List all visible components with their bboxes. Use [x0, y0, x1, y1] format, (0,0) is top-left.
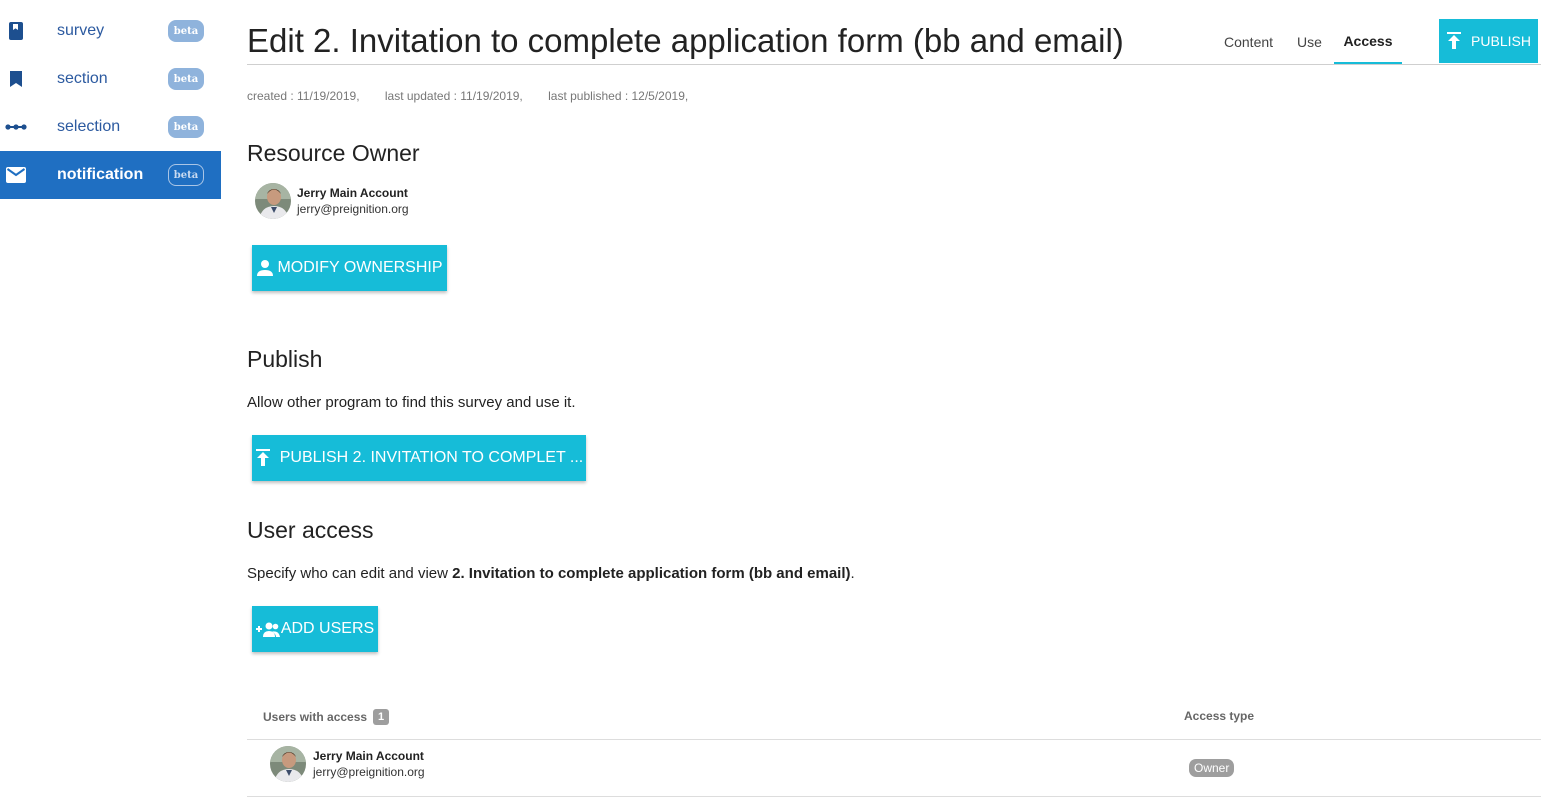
- owner-name: Jerry Main Account: [297, 186, 408, 200]
- description-prefix: Specify who can edit and view: [247, 565, 453, 582]
- resource-owner-heading: Resource Owner: [247, 140, 420, 166]
- publish-survey-label: PUBLISH 2. INVITATION TO COMPLET ...: [279, 449, 584, 466]
- meta-info: created : 11/19/2019, last updated : 11/…: [247, 89, 710, 103]
- owner-card: Jerry Main Account jerry@preignition.org: [255, 183, 409, 219]
- table-row[interactable]: Jerry Main Account jerry@preignition.org…: [247, 741, 1541, 797]
- user-name: Jerry Main Account: [313, 749, 424, 763]
- person-icon: [257, 260, 274, 276]
- access-type-badge: Owner: [1189, 759, 1235, 777]
- sidebar-item-label: section: [57, 70, 108, 87]
- add-group-icon: [255, 622, 280, 637]
- avatar: [270, 746, 306, 782]
- sidebar-item-label: selection: [57, 118, 121, 135]
- publish-icon: [1447, 32, 1462, 49]
- created-date: created : 11/19/2019,: [247, 89, 360, 103]
- sidebar-item-label: notification: [57, 166, 144, 183]
- sidebar-item-section[interactable]: section beta: [0, 55, 221, 103]
- beta-badge: beta: [168, 164, 204, 186]
- modify-ownership-label: MODIFY OWNERSHIP: [277, 259, 443, 276]
- sidebar-item-label: survey: [57, 22, 105, 39]
- dots-line-icon: [4, 117, 28, 137]
- tab-bar: Content Use Access: [1212, 20, 1402, 64]
- tab-use[interactable]: Use: [1285, 20, 1334, 64]
- user-cell: Jerry Main Account jerry@preignition.org: [270, 746, 425, 782]
- sidebar-item-notification[interactable]: notification beta: [0, 151, 221, 199]
- beta-badge: beta: [168, 68, 204, 90]
- header-divider: [247, 64, 1541, 65]
- add-users-label: ADD USERS: [280, 620, 375, 637]
- user-access-description: Specify who can edit and view 2. Invitat…: [247, 565, 855, 582]
- publish-icon: [255, 449, 270, 466]
- sidebar-item-selection[interactable]: selection beta: [0, 103, 221, 151]
- bookmark-icon: [6, 69, 26, 89]
- last-published-date: last published : 12/5/2019,: [548, 89, 689, 103]
- description-target: 2. Invitation to complete application fo…: [452, 565, 851, 582]
- tab-content[interactable]: Content: [1212, 20, 1285, 64]
- page-title: Edit 2. Invitation to complete applicati…: [247, 22, 1124, 59]
- access-type-column-header[interactable]: Access type: [1184, 709, 1254, 723]
- publish-survey-button[interactable]: PUBLISH 2. INVITATION TO COMPLET ...: [252, 435, 586, 481]
- last-updated-date: last updated : 11/19/2019,: [384, 89, 523, 103]
- beta-badge: beta: [168, 116, 204, 138]
- publish-description: Allow other program to find this survey …: [247, 394, 576, 411]
- book-icon: [6, 21, 26, 41]
- mail-icon: [5, 165, 27, 185]
- beta-badge: beta: [168, 20, 204, 42]
- publish-button[interactable]: PUBLISH: [1439, 19, 1538, 63]
- sidebar: survey beta section beta selection beta …: [0, 0, 221, 805]
- avatar: [255, 183, 291, 219]
- users-column-label: Users with access: [263, 710, 368, 724]
- users-column-header[interactable]: Users with access 1: [263, 709, 390, 725]
- users-count-badge: 1: [373, 709, 390, 725]
- sidebar-item-survey[interactable]: survey beta: [0, 7, 221, 55]
- user-access-heading: User access: [247, 517, 374, 543]
- description-suffix: .: [850, 565, 855, 582]
- user-email: jerry@preignition.org: [313, 765, 425, 779]
- add-users-button[interactable]: ADD USERS: [252, 606, 378, 652]
- users-table-header: Users with access 1 Access type: [247, 700, 1541, 740]
- publish-heading: Publish: [247, 346, 323, 372]
- owner-email: jerry@preignition.org: [297, 202, 409, 216]
- tab-access[interactable]: Access: [1333, 20, 1402, 64]
- modify-ownership-button[interactable]: MODIFY OWNERSHIP: [252, 245, 447, 291]
- publish-label: PUBLISH: [1471, 33, 1531, 49]
